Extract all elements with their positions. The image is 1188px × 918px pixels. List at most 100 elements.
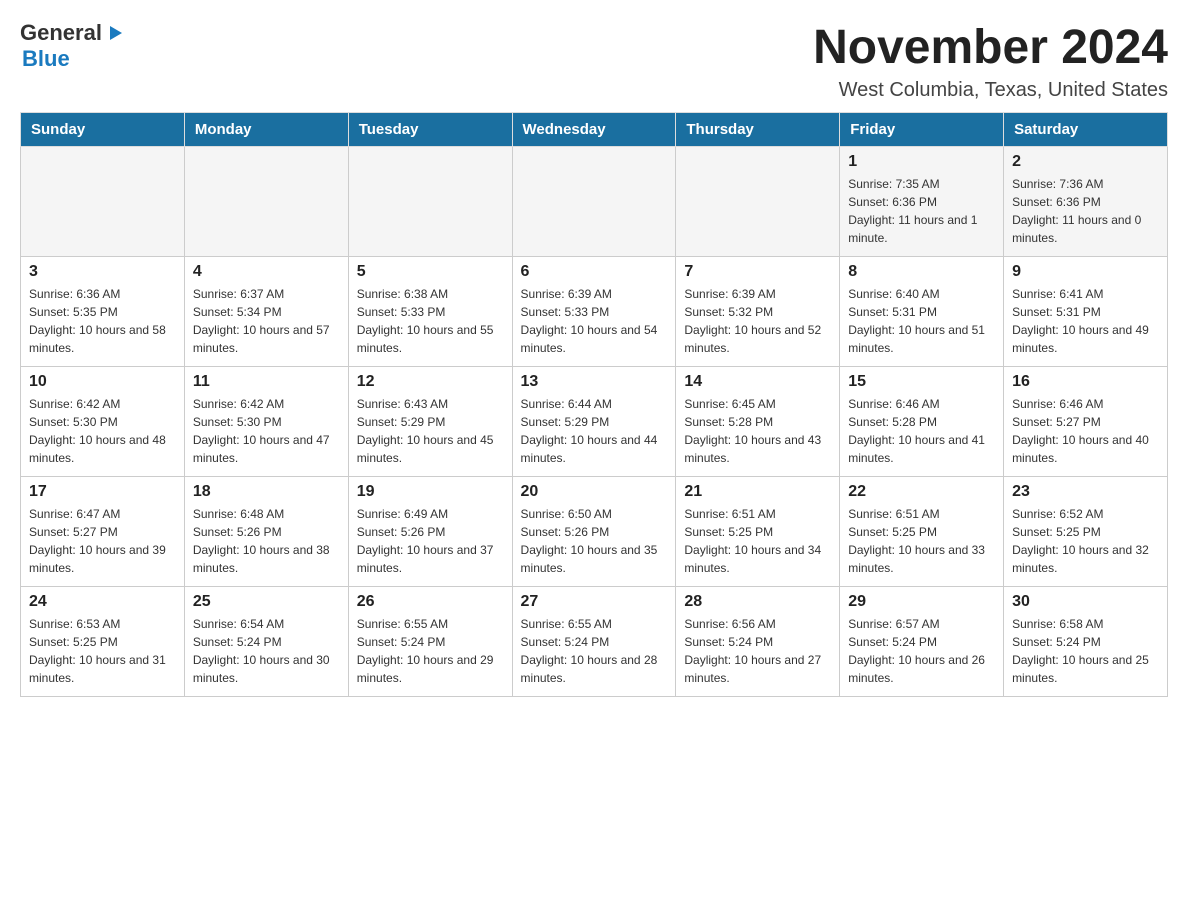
day-cell-w5-d6: 29Sunrise: 6:57 AMSunset: 5:24 PMDayligh… — [840, 587, 1004, 697]
logo: General Blue — [20, 20, 124, 72]
col-monday: Monday — [184, 113, 348, 147]
day-number: 15 — [848, 373, 995, 391]
col-wednesday: Wednesday — [512, 113, 676, 147]
sunset-text: Sunset: 5:24 PM — [357, 635, 446, 649]
day-number: 26 — [357, 593, 504, 611]
day-info: Sunrise: 6:41 AMSunset: 5:31 PMDaylight:… — [1012, 285, 1159, 357]
day-number: 20 — [521, 483, 668, 501]
day-info: Sunrise: 6:42 AMSunset: 5:30 PMDaylight:… — [29, 395, 176, 467]
calendar-subtitle: West Columbia, Texas, United States — [813, 79, 1168, 102]
day-cell-w3-d1: 10 Sunrise: 6:42 AMSunset: 5:30 PMDayligh… — [21, 367, 185, 477]
sunset-text: Sunset: 5:25 PM — [684, 525, 773, 539]
daylight-text: Daylight: 10 hours and 29 minutes. — [357, 653, 494, 685]
day-cell-w5-d1: 24Sunrise: 6:53 AMSunset: 5:25 PMDayligh… — [21, 587, 185, 697]
day-info: Sunrise: 6:38 AMSunset: 5:33 PMDaylight:… — [357, 285, 504, 357]
daylight-text: Daylight: 10 hours and 58 minutes. — [29, 323, 166, 355]
day-info: Sunrise: 6:44 AMSunset: 5:29 PMDaylight:… — [521, 395, 668, 467]
sunrise-text: Sunrise: 6:46 AM — [1012, 397, 1103, 411]
sunrise-text: Sunrise: 6:36 AM — [29, 287, 120, 301]
sunrise-text: Sunrise: 6:55 AM — [521, 617, 612, 631]
sunset-text: Sunset: 5:26 PM — [521, 525, 610, 539]
sunrise-text: Sunrise: 6:49 AM — [357, 507, 448, 521]
sunset-text: Sunset: 5:31 PM — [848, 305, 937, 319]
day-number: 14 — [684, 373, 831, 391]
day-cell-w1-d1 — [21, 147, 185, 257]
day-number: 19 — [357, 483, 504, 501]
week-row-1: 1Sunrise: 7:35 AMSunset: 6:36 PMDaylight… — [21, 147, 1168, 257]
daylight-text: Daylight: 10 hours and 44 minutes. — [521, 433, 658, 465]
sunset-text: Sunset: 5:25 PM — [1012, 525, 1101, 539]
day-cell-w2-d6: 8Sunrise: 6:40 AMSunset: 5:31 PMDaylight… — [840, 257, 1004, 367]
day-number: 23 — [1012, 483, 1159, 501]
sunset-text: Sunset: 5:28 PM — [684, 415, 773, 429]
day-cell-w3-d2: 11Sunrise: 6:42 AMSunset: 5:30 PMDayligh… — [184, 367, 348, 477]
sunset-text: Sunset: 5:24 PM — [521, 635, 610, 649]
day-number: 13 — [521, 373, 668, 391]
sunset-text: Sunset: 5:27 PM — [29, 525, 118, 539]
daylight-text: Daylight: 10 hours and 34 minutes. — [684, 543, 821, 575]
day-info: Sunrise: 6:52 AMSunset: 5:25 PMDaylight:… — [1012, 505, 1159, 577]
day-cell-w1-d5 — [676, 147, 840, 257]
day-info: Sunrise: 7:36 AMSunset: 6:36 PMDaylight:… — [1012, 175, 1159, 247]
day-cell-w4-d1: 17Sunrise: 6:47 AMSunset: 5:27 PMDayligh… — [21, 477, 185, 587]
sunset-text: Sunset: 5:24 PM — [193, 635, 282, 649]
logo-arrow-icon — [102, 22, 124, 44]
sunrise-text: Sunrise: 6:37 AM — [193, 287, 284, 301]
sunset-text: Sunset: 6:36 PM — [1012, 195, 1101, 209]
day-number: 9 — [1012, 263, 1159, 281]
sunset-text: Sunset: 5:24 PM — [684, 635, 773, 649]
day-cell-w1-d2 — [184, 147, 348, 257]
day-number: 3 — [29, 263, 176, 281]
sunrise-text: Sunrise: 6:48 AM — [193, 507, 284, 521]
day-cell-w4-d6: 22Sunrise: 6:51 AMSunset: 5:25 PMDayligh… — [840, 477, 1004, 587]
day-number: 22 — [848, 483, 995, 501]
day-cell-w1-d7: 2Sunrise: 7:36 AMSunset: 6:36 PMDaylight… — [1004, 147, 1168, 257]
day-cell-w5-d5: 28Sunrise: 6:56 AMSunset: 5:24 PMDayligh… — [676, 587, 840, 697]
sunset-text: Sunset: 5:25 PM — [29, 635, 118, 649]
day-info: Sunrise: 6:56 AMSunset: 5:24 PMDaylight:… — [684, 615, 831, 687]
sunrise-text: Sunrise: 6:54 AM — [193, 617, 284, 631]
sunrise-text: Sunrise: 6:51 AM — [848, 507, 939, 521]
day-cell-w4-d4: 20Sunrise: 6:50 AMSunset: 5:26 PMDayligh… — [512, 477, 676, 587]
daylight-text: Daylight: 10 hours and 55 minutes. — [357, 323, 494, 355]
sunrise-text: Sunrise: 7:36 AM — [1012, 177, 1103, 191]
day-number: 30 — [1012, 593, 1159, 611]
day-number: 10 — [29, 373, 176, 391]
sunrise-text: Sunrise: 6:56 AM — [684, 617, 775, 631]
col-sunday: Sunday — [21, 113, 185, 147]
daylight-text: Daylight: 10 hours and 33 minutes. — [848, 543, 985, 575]
day-info: Sunrise: 6:42 AMSunset: 5:30 PMDaylight:… — [193, 395, 340, 467]
sunset-text: Sunset: 5:26 PM — [357, 525, 446, 539]
day-number: 2 — [1012, 153, 1159, 171]
sunset-text: Sunset: 5:28 PM — [848, 415, 937, 429]
col-friday: Friday — [840, 113, 1004, 147]
sunrise-text: Sunrise: 6:41 AM — [1012, 287, 1103, 301]
day-cell-w2-d1: 3Sunrise: 6:36 AMSunset: 5:35 PMDaylight… — [21, 257, 185, 367]
day-cell-w2-d4: 6Sunrise: 6:39 AMSunset: 5:33 PMDaylight… — [512, 257, 676, 367]
day-info: Sunrise: 7:35 AMSunset: 6:36 PMDaylight:… — [848, 175, 995, 247]
sunrise-text: Sunrise: 6:52 AM — [1012, 507, 1103, 521]
sunrise-text: Sunrise: 6:50 AM — [521, 507, 612, 521]
col-thursday: Thursday — [676, 113, 840, 147]
day-number: 6 — [521, 263, 668, 281]
day-cell-w2-d2: 4Sunrise: 6:37 AMSunset: 5:34 PMDaylight… — [184, 257, 348, 367]
sunrise-text: Sunrise: 6:47 AM — [29, 507, 120, 521]
day-number: 11 — [193, 373, 340, 391]
day-cell-w3-d3: 12Sunrise: 6:43 AMSunset: 5:29 PMDayligh… — [348, 367, 512, 477]
sunrise-text: Sunrise: 6:39 AM — [521, 287, 612, 301]
week-row-4: 17Sunrise: 6:47 AMSunset: 5:27 PMDayligh… — [21, 477, 1168, 587]
daylight-text: Daylight: 10 hours and 38 minutes. — [193, 543, 330, 575]
day-cell-w1-d4 — [512, 147, 676, 257]
col-tuesday: Tuesday — [348, 113, 512, 147]
day-number: 28 — [684, 593, 831, 611]
daylight-text: Daylight: 10 hours and 39 minutes. — [29, 543, 166, 575]
sunrise-text: Sunrise: 6:42 AM — [193, 397, 284, 411]
sunset-text: Sunset: 5:33 PM — [357, 305, 446, 319]
day-cell-w4-d3: 19Sunrise: 6:49 AMSunset: 5:26 PMDayligh… — [348, 477, 512, 587]
day-info: Sunrise: 6:57 AMSunset: 5:24 PMDaylight:… — [848, 615, 995, 687]
day-number: 27 — [521, 593, 668, 611]
sunset-text: Sunset: 5:27 PM — [1012, 415, 1101, 429]
daylight-text: Daylight: 10 hours and 48 minutes. — [29, 433, 166, 465]
sunset-text: Sunset: 5:30 PM — [193, 415, 282, 429]
week-row-5: 24Sunrise: 6:53 AMSunset: 5:25 PMDayligh… — [21, 587, 1168, 697]
